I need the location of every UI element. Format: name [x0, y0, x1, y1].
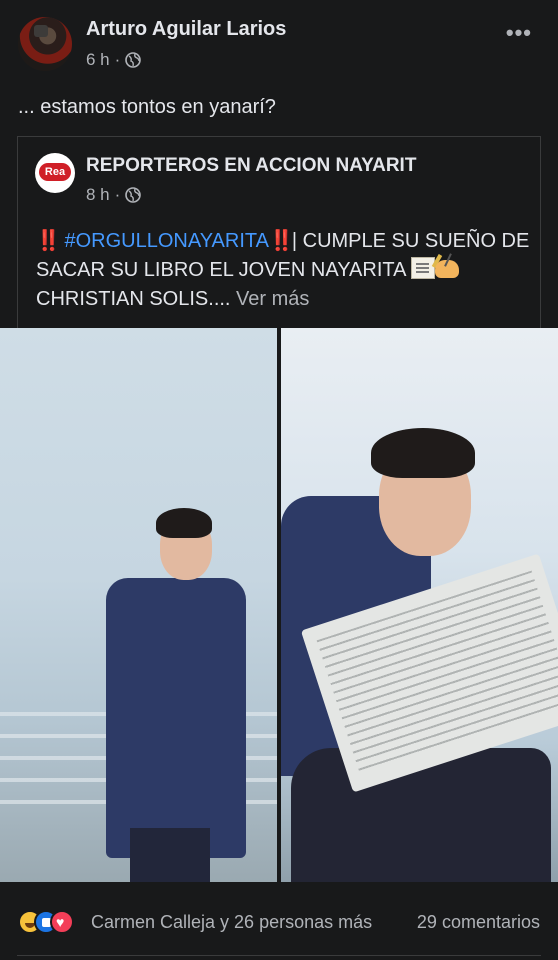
- post-text: ... estamos tontos en yanarí?: [18, 96, 276, 118]
- author-name[interactable]: Arturo Aguilar Larios: [86, 18, 286, 41]
- memo-icon: [410, 257, 435, 279]
- post-time[interactable]: 6 h: [86, 50, 110, 70]
- double-exclamation-icon: ‼️: [268, 230, 294, 252]
- meta-separator: ·: [114, 50, 121, 69]
- see-more-link[interactable]: Ver más: [236, 288, 309, 310]
- globe-icon: [125, 187, 142, 203]
- more-options-icon[interactable]: •••: [506, 20, 532, 46]
- shared-post[interactable]: Rea REPORTEROS EN ACCION NAYARIT 8 h · ‼…: [17, 136, 541, 328]
- photo-man-reading-newspaper[interactable]: [281, 328, 558, 882]
- comments-count[interactable]: 29 comentarios: [417, 912, 540, 933]
- globe-icon: [125, 52, 142, 68]
- photo-man-coat-standing[interactable]: [0, 328, 277, 882]
- photo-grid: [0, 328, 558, 882]
- shared-post-time[interactable]: 8 h: [86, 185, 110, 205]
- shared-post-text: ‼️ #ORGULLONAYARITA‼️| CUMPLE SU SUEÑO D…: [36, 227, 536, 314]
- author-avatar[interactable]: [18, 17, 72, 71]
- coat: [106, 578, 246, 858]
- post-meta: 6 h ·: [86, 50, 142, 70]
- page-avatar[interactable]: Rea: [35, 153, 75, 193]
- hashtag-link[interactable]: #ORGULLONAYARITA: [64, 230, 269, 252]
- divider: [17, 955, 541, 956]
- reactions-summary[interactable]: Carmen Calleja y 26 personas más: [91, 912, 372, 933]
- shared-text-part2: CHRISTIAN SOLIS....: [36, 288, 231, 310]
- reactions-bar: Carmen Calleja y 26 personas más 29 come…: [0, 898, 558, 948]
- page-logo: Rea: [39, 163, 71, 181]
- love-icon: [50, 910, 74, 934]
- trousers: [130, 828, 210, 882]
- hair: [156, 508, 212, 538]
- post-header: Arturo Aguilar Larios 6 h · •••: [0, 0, 558, 90]
- double-exclamation-icon: ‼️: [36, 230, 61, 252]
- writing-hand-icon: [434, 260, 459, 278]
- shared-meta-separator: ·: [114, 185, 121, 204]
- reaction-icons[interactable]: [18, 910, 90, 934]
- hair: [371, 428, 475, 478]
- shared-post-meta: 8 h ·: [86, 185, 142, 205]
- page-name[interactable]: REPORTEROS EN ACCION NAYARIT: [86, 155, 416, 177]
